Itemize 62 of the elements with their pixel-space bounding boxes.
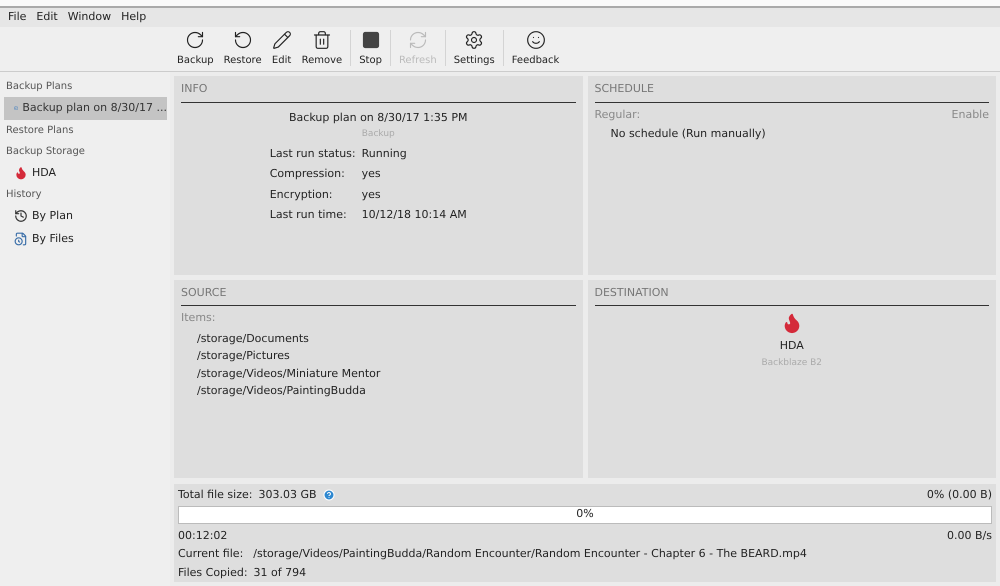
pencil-icon xyxy=(272,30,292,50)
items-label: Items: xyxy=(181,310,216,326)
file-clock-icon xyxy=(14,232,28,246)
menu-item[interactable]: File xyxy=(8,9,26,26)
settings-icon xyxy=(464,30,484,50)
transfer-speed: 0.00 B/s xyxy=(947,528,992,544)
panel-title: SCHEDULE xyxy=(594,82,654,95)
trash-icon xyxy=(312,30,332,50)
info-label: Compression: xyxy=(270,166,346,182)
current-file-label: Current file: xyxy=(178,546,244,562)
sidebar-item[interactable]: Backup plan on 8/30/17 ... xyxy=(4,97,167,120)
toolbar-button[interactable]: Backup xyxy=(172,30,219,68)
source-path: /storage/Videos/PaintingBudda xyxy=(197,383,367,399)
current-file-value: /storage/Videos/PaintingBudda/Random Encounter/Random Encounter - Chapter 6 - The BEARD.mp4 xyxy=(253,546,807,562)
sidebar-item[interactable]: By Plan xyxy=(4,205,167,228)
source-path: /storage/Pictures xyxy=(197,348,291,364)
history-icon xyxy=(14,209,28,224)
refresh-icon xyxy=(408,30,428,50)
menu-item[interactable]: Help xyxy=(121,9,146,26)
panel-title: INFO xyxy=(181,82,208,95)
toolbar-button[interactable]: Remove xyxy=(296,30,348,68)
sidebar-item[interactable]: By Files xyxy=(4,228,167,250)
plan-name: Backup plan on 8/30/17 1:35 PM xyxy=(289,110,468,126)
info-label: Encryption: xyxy=(270,186,334,202)
toolbar-button[interactable]: Stop xyxy=(354,30,387,68)
schedule-label: Regular: xyxy=(594,106,640,122)
panel-title: SOURCE xyxy=(181,286,226,298)
sidebar-heading: History xyxy=(5,188,43,202)
sidebar-item[interactable]: HDA xyxy=(4,162,167,184)
destination-name: HDA xyxy=(780,338,804,354)
flame-icon xyxy=(14,166,28,180)
files-copied-value: 31 of 794 xyxy=(254,564,306,580)
files-copied-label: Files Copied: xyxy=(178,564,248,580)
info-value: 10/12/18 10:14 AM xyxy=(362,207,467,223)
source-path: /storage/Documents xyxy=(197,330,310,346)
help-icon[interactable] xyxy=(322,489,335,502)
stop-icon xyxy=(360,30,381,50)
source-path: /storage/Videos/Miniature Mentor xyxy=(197,366,382,382)
percent-done: 0% (0.00 B) xyxy=(926,487,992,503)
smiley-icon xyxy=(526,30,546,50)
panel-title: DESTINATION xyxy=(594,286,669,298)
restore-icon xyxy=(232,30,253,50)
progress-text: 0% xyxy=(576,506,594,522)
toolbar-button[interactable]: Edit xyxy=(266,30,297,68)
sidebar-heading: Restore Plans xyxy=(5,124,75,138)
info-value: yes xyxy=(362,186,382,202)
info-label: Last run time: xyxy=(270,207,348,223)
info-label: Last run status: xyxy=(270,146,356,162)
menu-item[interactable]: Edit xyxy=(36,9,58,26)
sidebar-heading: Backup Storage xyxy=(5,144,86,158)
total-size-label: Total file size: xyxy=(178,487,252,503)
schedule-value: No schedule (Run manually) xyxy=(610,126,767,142)
info-value: Running xyxy=(362,146,408,162)
total-size-value: 303.03 GB xyxy=(258,487,317,503)
toolbar-button[interactable]: Settings xyxy=(448,30,500,68)
menu-item[interactable]: Window xyxy=(68,9,112,26)
toolbar-button[interactable]: Restore xyxy=(218,30,267,68)
backup-icon xyxy=(185,30,206,50)
info-value: yes xyxy=(362,166,382,182)
toolbar-button[interactable]: Feedback xyxy=(506,30,564,68)
elapsed-time: 00:12:02 xyxy=(178,528,228,544)
sidebar-heading: Backup Plans xyxy=(5,80,74,94)
